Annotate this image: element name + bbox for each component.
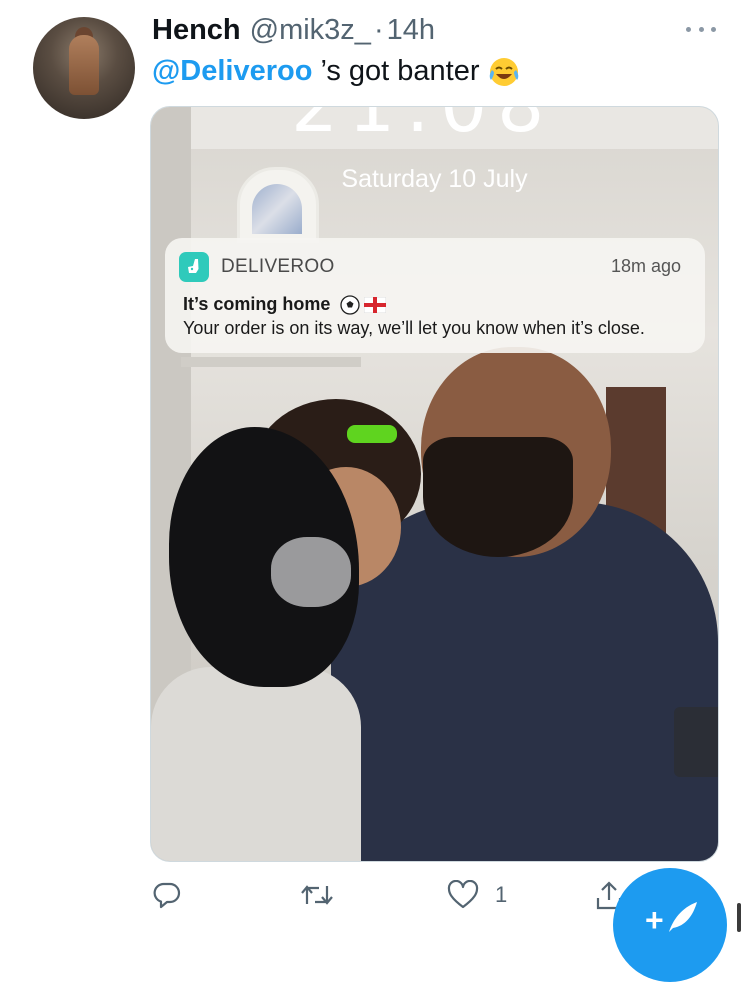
header-separator: · [373, 14, 384, 46]
notification-time: 18m ago [610, 256, 681, 276]
dot [686, 26, 691, 32]
deliveroo-notification: DELIVEROO 18m ago It’s coming home Your … [165, 238, 705, 353]
notification-title-row: It’s coming home [183, 294, 387, 315]
reply-button[interactable] [152, 880, 182, 910]
author-handle[interactable]: @mik3z_ [250, 14, 371, 47]
plus-icon: + [645, 902, 664, 938]
kangaroo-icon [188, 259, 199, 273]
tweet-image[interactable]: 21:08 Saturday 10 July DELIVEROO 18m ago… [150, 106, 719, 862]
like-count: 1 [495, 882, 508, 907]
more-options-icon[interactable] [686, 22, 716, 36]
like-button[interactable]: 1 [447, 880, 507, 910]
man-beard [423, 437, 573, 557]
green-hair-tie [347, 425, 397, 443]
feather-icon [669, 902, 697, 932]
tweet-timestamp[interactable]: 14h [387, 14, 435, 47]
tweet-body-text: ’s got banter [320, 55, 480, 87]
notification-app-name: DELIVEROO [221, 256, 335, 277]
notification-title: It’s coming home [183, 294, 331, 314]
notification-body: Your order is on its way, we’ll let you … [183, 318, 645, 338]
mention-link[interactable]: @Deliveroo [152, 55, 312, 88]
dot [698, 26, 704, 32]
sleeve-badge [674, 707, 718, 777]
dot [711, 26, 716, 32]
reply-icon [153, 882, 181, 909]
notification-emojis [340, 294, 387, 315]
author-name[interactable]: Hench [152, 14, 241, 47]
tweet-text: @Deliveroo ’s got banter [152, 55, 520, 88]
deliveroo-logo-icon [179, 252, 209, 282]
soccer-ball-icon [340, 294, 361, 315]
lockscreen-date: Saturday 10 July [341, 165, 528, 193]
tweet-header: Hench @mik3z_ · 14h [152, 14, 435, 50]
compose-tweet-button[interactable]: + [613, 868, 727, 982]
avatar[interactable] [33, 17, 135, 119]
tears-of-joy-emoji-icon [489, 57, 518, 86]
girl-sweater [151, 667, 361, 861]
retweet-icon [301, 885, 333, 905]
scrollbar[interactable] [737, 903, 741, 932]
england-flag-icon [364, 296, 387, 313]
avatar-figure-body [69, 35, 99, 95]
lockscreen-clock: 21:08 [291, 106, 555, 149]
wall-shelf [181, 357, 361, 367]
retweet-button[interactable] [300, 880, 334, 910]
plush-toy-snout [271, 537, 351, 607]
heart-icon [447, 880, 479, 909]
